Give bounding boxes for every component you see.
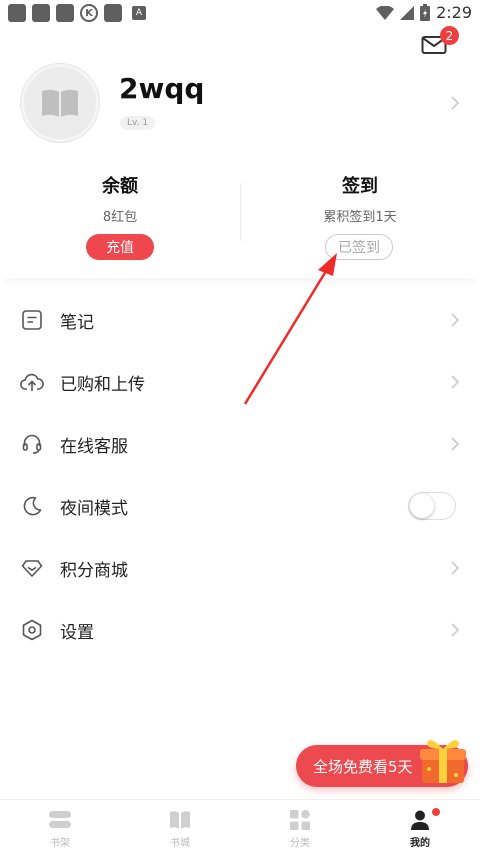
settings-icon [20, 618, 44, 642]
stats-card: 余额 8红包 签到 累积签到1天 [0, 160, 480, 278]
tab-category[interactable]: 分类 [240, 800, 360, 853]
menu-item-notes[interactable]: 笔记 [0, 289, 480, 351]
notification-icon [8, 4, 26, 22]
username[interactable]: 2wqq [119, 72, 204, 105]
night-mode-toggle[interactable] [408, 492, 456, 520]
balance-title: 余额 [102, 176, 138, 197]
tab-bookstore[interactable]: 书城 [120, 800, 240, 853]
menu-item-night-mode[interactable]: 夜间模式 [0, 475, 480, 537]
status-bar: K A 2:29 [0, 0, 480, 26]
a-app-icon: A [132, 6, 146, 20]
avatar[interactable] [21, 64, 99, 142]
book-icon [42, 89, 78, 117]
tab-label: 分类 [290, 838, 310, 849]
menu-label: 笔记 [60, 312, 94, 333]
menu-item-points-mall[interactable]: 积分商城 [0, 537, 480, 599]
level-badge: Lv. 1 [120, 116, 156, 130]
balance-section[interactable]: 余额 8红包 [0, 172, 240, 225]
chevron-right-icon [451, 561, 460, 575]
bookshelf-icon [48, 809, 72, 831]
tab-label: 我的 [410, 838, 430, 849]
menu-label: 在线客服 [60, 436, 128, 457]
signed-in-button[interactable]: 已签到 [325, 234, 393, 260]
notification-dot [432, 808, 440, 816]
tab-bookshelf[interactable]: 书架 [0, 800, 120, 853]
battery-icon [420, 4, 431, 21]
menu-label: 夜间模式 [60, 498, 128, 519]
menu-item-purchased-uploads[interactable]: 已购和上传 [0, 351, 480, 413]
moon-icon [20, 494, 44, 518]
chevron-right-icon [451, 623, 460, 637]
k-app-icon: K [80, 4, 98, 22]
note-icon [20, 308, 44, 332]
diamond-icon [20, 556, 44, 580]
toggle-knob [410, 494, 434, 518]
bottom-navigation: 书架 书城 分类 我的 [0, 799, 480, 853]
notification-icon [104, 4, 122, 22]
cloud-upload-icon [20, 370, 44, 394]
tab-label: 书架 [50, 838, 70, 849]
chevron-right-icon [451, 313, 460, 327]
clock: 2:29 [436, 3, 472, 22]
promo-text: 全场免费看5天 [313, 758, 413, 776]
checkin-section[interactable]: 签到 累积签到1天 [240, 172, 480, 225]
signal-icon [400, 5, 415, 20]
recharge-button[interactable]: 充值 [86, 234, 154, 260]
notification-icon [32, 4, 50, 22]
chevron-right-icon [451, 375, 460, 389]
headset-icon [20, 432, 44, 456]
chevron-right-icon[interactable] [450, 95, 460, 111]
mail-badge: 2 [440, 26, 459, 45]
chevron-right-icon [451, 437, 460, 451]
menu-label: 积分商城 [60, 560, 128, 581]
checkin-title: 签到 [342, 176, 378, 197]
category-icon [288, 809, 312, 831]
menu-label: 已购和上传 [60, 374, 145, 395]
tab-mine[interactable]: 我的 [360, 800, 480, 853]
checkin-summary: 累积签到1天 [323, 210, 397, 225]
tab-label: 书城 [170, 838, 190, 849]
wifi-icon [376, 5, 395, 20]
book-icon [168, 809, 192, 831]
menu-item-settings[interactable]: 设置 [0, 599, 480, 661]
person-icon [408, 809, 432, 831]
menu-item-online-support[interactable]: 在线客服 [0, 413, 480, 475]
gift-box-icon[interactable] [418, 733, 468, 785]
balance-value: 8红包 [102, 210, 138, 225]
notification-icon [56, 4, 74, 22]
menu-label: 设置 [60, 622, 94, 643]
